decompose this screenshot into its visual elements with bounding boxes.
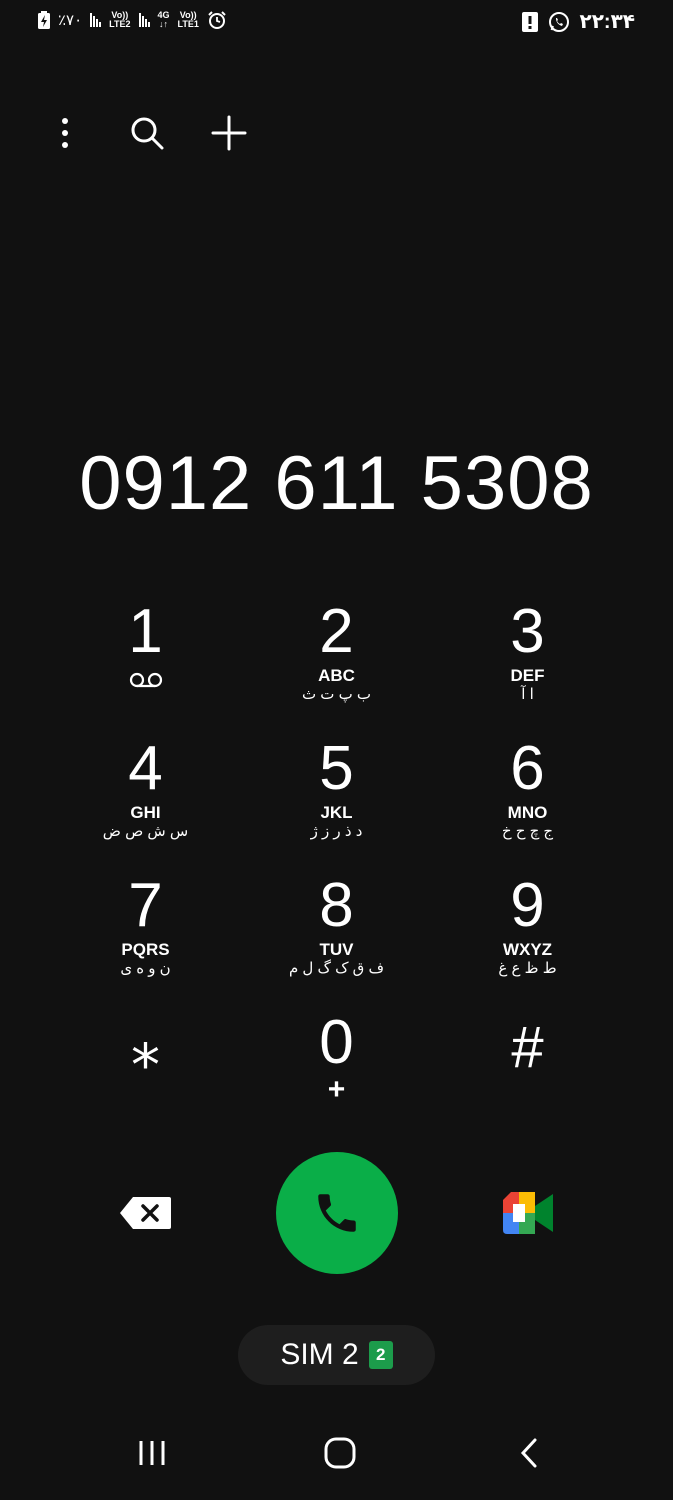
battery-percent: ٪۷۰ [58, 12, 83, 29]
key-plus: + [327, 1073, 346, 1106]
sim1-signal-icon [138, 13, 150, 27]
key-digit: 4 [128, 734, 163, 803]
recents-button[interactable] [119, 1420, 185, 1486]
key-persian-letters: ب پ ت ث [302, 686, 371, 703]
status-bar: ٪۷۰ Vo)) LTE2 4G ↓↑ Vo)) LTE1 ۲۲:۳۴ [0, 0, 673, 44]
sim-badge-number: 2 [375, 1345, 386, 1364]
key-5[interactable]: 5 JKL د ذ ر ز ژ [241, 737, 432, 874]
key-digit: 0 [319, 1008, 354, 1077]
recents-icon [139, 1441, 165, 1465]
dialer-actions [50, 1152, 623, 1274]
key-3[interactable]: 3 DEF ا آ [432, 600, 623, 737]
navigation-bar [0, 1420, 673, 1486]
search-button[interactable] [127, 110, 167, 156]
key-digit: 5 [319, 734, 354, 803]
key-digit: 2 [319, 597, 354, 666]
volte-lte2-icon: Vo)) LTE2 [109, 10, 131, 29]
key-digit: 7 [128, 871, 163, 940]
key-symbol: # [511, 1015, 544, 1080]
4g-icon: 4G ↓↑ [157, 10, 170, 29]
add-contact-button[interactable] [209, 110, 249, 156]
key-letters: TUV [319, 940, 354, 959]
key-6[interactable]: 6 MNO ج چ ح خ [432, 737, 623, 874]
key-persian-letters: د ذ ر ز ژ [310, 823, 363, 840]
backspace-icon [119, 1197, 171, 1229]
plus-icon [211, 115, 247, 151]
key-letters: PQRS [121, 940, 170, 959]
key-letters: ABC [318, 666, 355, 685]
more-vert-icon [62, 118, 68, 148]
status-left: ٪۷۰ Vo)) LTE2 4G ↓↑ Vo)) LTE1 [38, 10, 227, 30]
clock: ۲۲:۳۴ [579, 11, 636, 33]
sim-card-icon: 2 [368, 1341, 393, 1369]
key-digit: 1 [128, 597, 163, 666]
voicemail-icon [129, 672, 162, 688]
key-letters: WXYZ [502, 940, 553, 959]
key-persian-letters: ن و ه ی [120, 960, 171, 977]
alarm-icon [208, 11, 226, 29]
more-options-button[interactable] [45, 110, 85, 156]
dialer-toolbar [45, 110, 249, 156]
sim2-signal-icon [90, 13, 102, 27]
key-0[interactable]: 0 + [241, 1011, 432, 1148]
phone-icon [317, 1194, 356, 1232]
key-hash[interactable]: # [432, 1011, 623, 1148]
key-persian-letters: ط ظ ع غ [498, 960, 557, 977]
video-call-button[interactable] [432, 1190, 623, 1236]
key-1[interactable]: 1 [50, 600, 241, 737]
dialed-number[interactable]: 0912 611 5308 [0, 440, 673, 527]
key-7[interactable]: 7 PQRS ن و ه ی [50, 874, 241, 1011]
home-icon [324, 1437, 356, 1469]
sim-selector[interactable]: SIM 2 2 [238, 1325, 435, 1385]
backspace-button[interactable] [50, 1195, 241, 1231]
key-star[interactable]: ⁎ [50, 1011, 241, 1148]
key-persian-letters: ا آ [521, 686, 534, 703]
call-button[interactable] [275, 1152, 398, 1274]
alert-icon [521, 11, 538, 32]
key-persian-letters: ف ق ک گ ل م [288, 960, 385, 977]
key-letters: DEF [510, 666, 545, 685]
key-digit: 6 [510, 734, 545, 803]
key-8[interactable]: 8 TUV ف ق ک گ ل م [241, 874, 432, 1011]
key-4[interactable]: 4 GHI س ش ص ض [50, 737, 241, 874]
key-digit: 9 [510, 871, 545, 940]
key-digit: 8 [319, 871, 354, 940]
search-icon [131, 117, 164, 150]
whatsapp-icon [548, 11, 569, 32]
key-letters: MNO [507, 803, 548, 822]
status-right: ۲۲:۳۴ [521, 9, 636, 34]
key-persian-letters: س ش ص ض [102, 823, 189, 840]
back-icon [520, 1438, 537, 1468]
google-meet-icon [502, 1192, 553, 1234]
volte-lte1-icon: Vo)) LTE1 [177, 10, 199, 29]
key-letters: JKL [320, 803, 353, 822]
back-button[interactable] [496, 1420, 562, 1486]
key-symbol: ⁎ [131, 1015, 160, 1080]
key-digit: 3 [510, 597, 545, 666]
keypad: 1 2 ABC ب پ ت ث 3 DEF ا آ 4 GHI س ش ص ض … [50, 600, 623, 1148]
key-2[interactable]: 2 ABC ب پ ت ث [241, 600, 432, 737]
key-letters: GHI [130, 803, 161, 822]
key-persian-letters: ج چ ح خ [501, 823, 554, 840]
sim-label: SIM 2 [280, 1338, 359, 1371]
key-9[interactable]: 9 WXYZ ط ظ ع غ [432, 874, 623, 1011]
battery-icon [38, 11, 50, 29]
home-button[interactable] [307, 1420, 373, 1486]
